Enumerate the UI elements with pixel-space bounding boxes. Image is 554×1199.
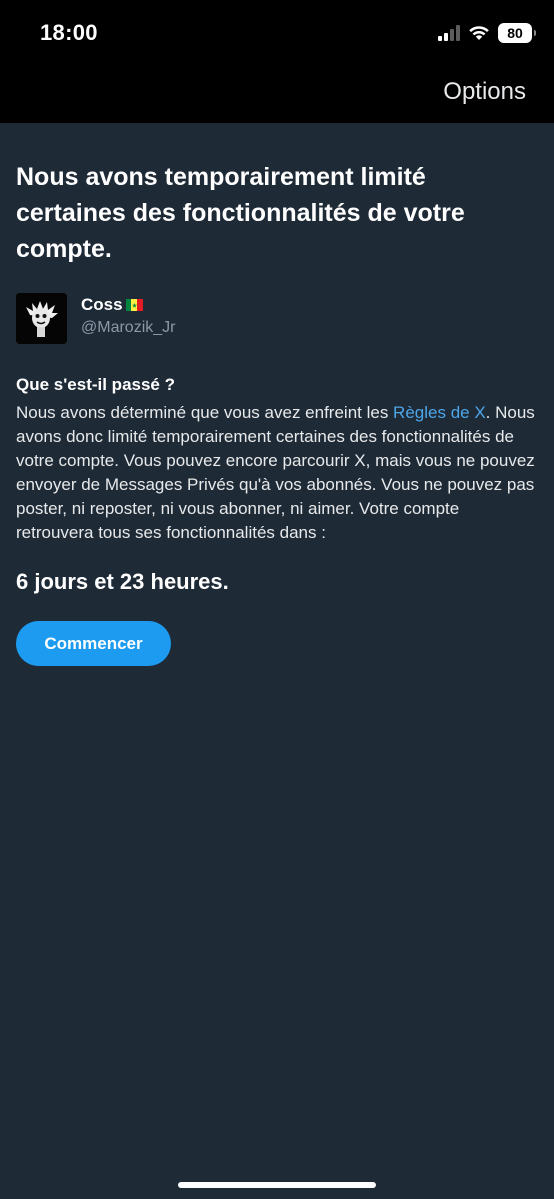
senegal-flag-icon <box>125 299 143 311</box>
explanation-text-start: Nous avons déterminé que vous avez enfre… <box>16 403 394 422</box>
explanation-text-end: . Nous avons donc limité temporairement … <box>16 403 535 542</box>
display-name-row: Coss <box>81 295 175 315</box>
top-nav-bar: Options <box>0 66 554 123</box>
cellular-signal-icon <box>438 25 460 41</box>
account-handle: @Marozik_Jr <box>81 319 176 336</box>
options-button[interactable]: Options <box>443 78 526 106</box>
status-time: 18:00 <box>40 20 98 45</box>
page-title: Nous avons temporairement limité certain… <box>16 163 465 263</box>
battery-icon: 80 <box>498 23 536 43</box>
restriction-explanation: Nous avons déterminé que vous avez enfre… <box>16 401 538 545</box>
display-name: Coss <box>81 295 123 314</box>
rules-link[interactable]: Règles de X <box>393 403 486 422</box>
battery-level: 80 <box>507 25 523 41</box>
home-indicator[interactable] <box>178 1182 376 1188</box>
status-icons: 80 <box>438 22 536 44</box>
restriction-countdown: 6 jours et 23 heures. <box>16 569 229 594</box>
status-bar: 18:00 80 <box>0 0 554 66</box>
account-card: Coss @Marozik_Jr <box>16 293 538 345</box>
start-button[interactable]: Commencer <box>16 621 171 666</box>
avatar-image <box>16 293 67 344</box>
wifi-icon <box>469 26 489 40</box>
avatar <box>16 293 67 344</box>
account-names: Coss @Marozik_Jr <box>81 293 175 337</box>
restriction-notice: Nous avons temporairement limité certain… <box>16 123 538 666</box>
section-title: Que s'est-il passé ? <box>16 375 175 394</box>
